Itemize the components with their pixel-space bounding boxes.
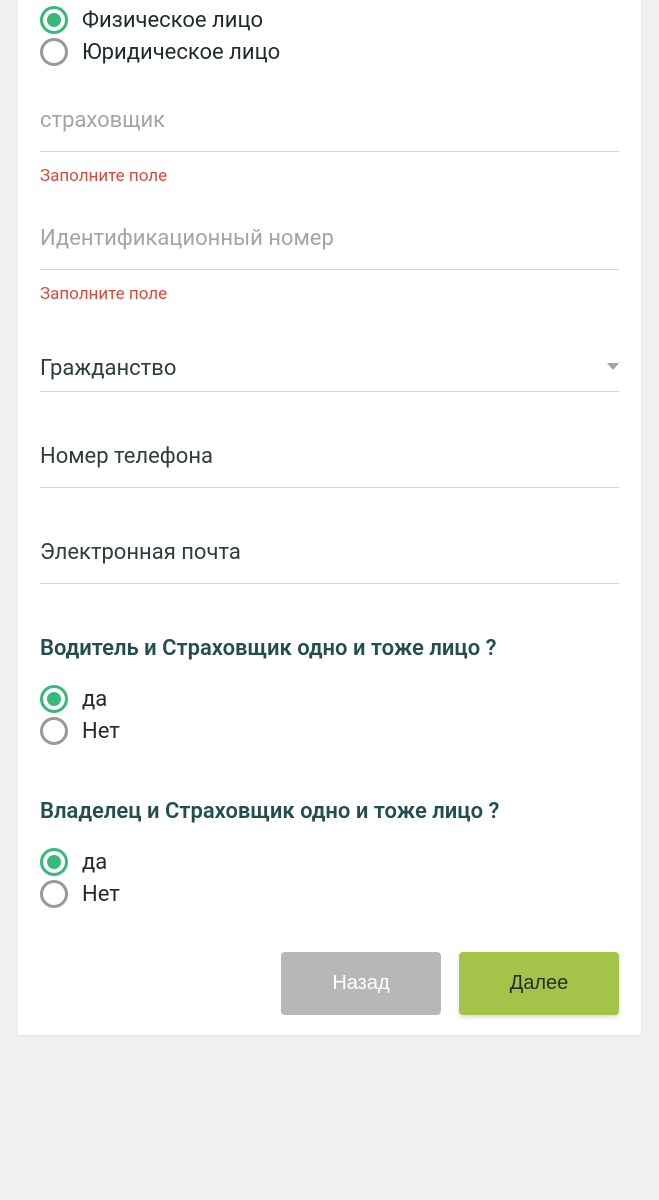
radio-selected-icon bbox=[40, 848, 68, 876]
back-button[interactable]: Назад bbox=[281, 952, 441, 1015]
input-underline bbox=[40, 151, 619, 152]
field-label: Идентификационный номер bbox=[40, 226, 619, 269]
phone-field[interactable]: Номер телефона bbox=[40, 444, 619, 488]
field-label: Электронная почта bbox=[40, 540, 619, 583]
input-underline bbox=[40, 583, 619, 584]
field-label: Гражданство bbox=[40, 356, 176, 381]
insurer-field[interactable]: страховщик Заполните поле bbox=[40, 108, 619, 186]
radio-unselected-icon bbox=[40, 717, 68, 745]
input-underline bbox=[40, 269, 619, 270]
field-label: Номер телефона bbox=[40, 444, 619, 487]
radio-legal-entity[interactable]: Юридическое лицо bbox=[40, 36, 619, 68]
radio-label: Нет bbox=[82, 882, 120, 907]
chevron-down-icon bbox=[607, 363, 619, 370]
radio-unselected-icon bbox=[40, 38, 68, 66]
question-text: Водитель и Страховщик одно и тоже лицо ? bbox=[40, 632, 619, 665]
field-label: страховщик bbox=[40, 108, 619, 151]
radio-no[interactable]: Нет bbox=[40, 715, 619, 747]
citizenship-select[interactable]: Гражданство bbox=[40, 356, 619, 392]
driver-insurer-question: Водитель и Страховщик одно и тоже лицо ?… bbox=[40, 632, 619, 747]
radio-label: Нет bbox=[82, 719, 120, 744]
radio-no[interactable]: Нет bbox=[40, 878, 619, 910]
input-underline bbox=[40, 487, 619, 488]
radio-label: да bbox=[82, 850, 107, 875]
id-number-field[interactable]: Идентификационный номер Заполните поле bbox=[40, 226, 619, 304]
question-text: Владелец и Страховщик одно и тоже лицо ? bbox=[40, 795, 619, 828]
radio-label: да bbox=[82, 687, 107, 712]
owner-insurer-question: Владелец и Страховщик одно и тоже лицо ?… bbox=[40, 795, 619, 910]
field-error: Заполните поле bbox=[40, 284, 619, 304]
radio-label: Юридическое лицо bbox=[82, 40, 280, 65]
radio-yes[interactable]: да bbox=[40, 683, 619, 715]
radio-individual[interactable]: Физическое лицо bbox=[40, 4, 619, 36]
radio-label: Физическое лицо bbox=[82, 8, 263, 33]
radio-unselected-icon bbox=[40, 880, 68, 908]
email-field[interactable]: Электронная почта bbox=[40, 540, 619, 584]
entity-type-group: Физическое лицо Юридическое лицо bbox=[40, 0, 619, 68]
radio-selected-icon bbox=[40, 6, 68, 34]
radio-yes[interactable]: да bbox=[40, 846, 619, 878]
button-row: Назад Далее bbox=[40, 910, 619, 1035]
radio-selected-icon bbox=[40, 685, 68, 713]
next-button[interactable]: Далее bbox=[459, 952, 619, 1015]
field-error: Заполните поле bbox=[40, 166, 619, 186]
